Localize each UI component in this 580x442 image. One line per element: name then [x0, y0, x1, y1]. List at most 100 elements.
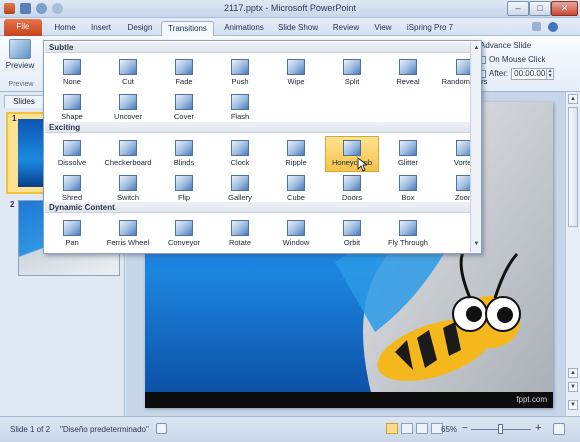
gallery-scrollbar[interactable]: ▲ ▼	[470, 42, 481, 252]
transition-doors[interactable]: Doors	[325, 171, 379, 207]
checkerboard-icon	[119, 140, 137, 156]
transition-label: Checkerboard	[104, 158, 152, 167]
vertical-scrollbar[interactable]: ▲ ▲ ▼ ▼	[565, 92, 580, 416]
window-title: 2117.pptx - Microsoft PowerPoint	[224, 3, 356, 13]
uncover-icon	[119, 94, 137, 110]
transition-label: Cover	[173, 112, 194, 121]
transition-dissolve[interactable]: Dissolve	[45, 136, 99, 172]
transition-fly-through[interactable]: Fly Through	[381, 216, 435, 252]
tab-ispring[interactable]: iSpring Pro 7	[404, 21, 456, 36]
slide-watermark: fppt.com	[516, 395, 547, 404]
fly-through-icon	[399, 220, 417, 236]
tab-insert[interactable]: Insert	[84, 21, 118, 36]
help-icon[interactable]	[548, 22, 558, 32]
transition-label: Flash	[230, 112, 250, 121]
transition-clock[interactable]: Clock	[213, 136, 267, 172]
next-slide-icon[interactable]: ▼	[568, 382, 578, 392]
transition-switch[interactable]: Switch	[101, 171, 155, 207]
transition-cover[interactable]: Cover	[157, 90, 211, 126]
close-button[interactable]: ✕	[551, 1, 578, 16]
slide-sorter-view-icon[interactable]	[401, 423, 413, 434]
transition-uncover[interactable]: Uncover	[101, 90, 155, 126]
transition-shape[interactable]: Shape	[45, 90, 99, 126]
prev-slide-icon[interactable]: ▲	[568, 368, 578, 378]
transition-push[interactable]: Push	[213, 55, 267, 91]
ripple-icon	[287, 140, 305, 156]
transition-split[interactable]: Split	[325, 55, 379, 91]
transition-rotate[interactable]: Rotate	[213, 216, 267, 252]
slides-tab[interactable]: Slides	[4, 95, 44, 108]
wipe-icon	[287, 59, 305, 75]
theme-name-status: "Diseño predeterminado"	[60, 425, 149, 434]
transition-label: Gallery	[228, 193, 252, 202]
gallery-scroll-down-icon[interactable]: ▼	[472, 240, 481, 249]
fade-icon	[175, 59, 193, 75]
fit-slide-icon[interactable]	[553, 423, 565, 435]
transition-label: None	[63, 77, 81, 86]
transition-box[interactable]: Box	[381, 171, 435, 207]
tab-transitions[interactable]: Transitions	[161, 21, 214, 36]
conveyor-icon	[175, 220, 193, 236]
scroll-up-icon[interactable]: ▲	[568, 94, 578, 104]
section-header-subtle: Subtle	[45, 42, 470, 53]
spell-check-icon[interactable]	[156, 423, 167, 434]
zoom-in-button[interactable]: +	[535, 422, 541, 434]
transition-pan[interactable]: Pan	[45, 216, 99, 252]
preview-icon	[9, 39, 31, 59]
tab-review[interactable]: Review	[328, 21, 364, 36]
zoom-level[interactable]: 65%	[441, 425, 457, 434]
scroll-down-icon[interactable]: ▼	[568, 400, 578, 410]
tab-home[interactable]: Home	[48, 21, 82, 36]
transition-reveal[interactable]: Reveal	[381, 55, 435, 91]
transition-zoom[interactable]: Zoom	[437, 171, 492, 207]
zoom-slider-handle[interactable]	[498, 424, 503, 434]
reading-view-icon[interactable]	[416, 423, 428, 434]
transition-label: Push	[231, 77, 249, 86]
transition-shred[interactable]: Shred	[45, 171, 99, 207]
transition-blinds[interactable]: Blinds	[157, 136, 211, 172]
transition-ripple[interactable]: Ripple	[269, 136, 323, 172]
transition-none[interactable]: None	[45, 55, 99, 91]
transition-flash[interactable]: Flash	[213, 90, 267, 126]
after-time-input[interactable]: 00:00.00	[511, 68, 548, 80]
transition-label: Fly Through	[388, 238, 428, 247]
minimize-button[interactable]: –	[507, 1, 529, 16]
ribbon-collapse-icon[interactable]	[532, 22, 541, 31]
transition-label: Ferris Wheel	[106, 238, 150, 247]
transition-honeycomb[interactable]: Honeycomb	[325, 136, 379, 172]
normal-view-icon[interactable]	[386, 423, 398, 434]
scroll-thumb[interactable]	[568, 107, 578, 227]
glitter-icon	[399, 140, 417, 156]
cover-icon	[175, 94, 193, 110]
ribbon-tabs: File Home Insert Design Transitions Anim…	[0, 18, 580, 36]
transition-ferris-wheel[interactable]: Ferris Wheel	[101, 216, 155, 252]
flip-icon	[175, 175, 193, 191]
tab-design[interactable]: Design	[122, 21, 158, 36]
tab-slide-show[interactable]: Slide Show	[274, 21, 322, 36]
tab-animations[interactable]: Animations	[218, 21, 270, 36]
maximize-button[interactable]: □	[529, 1, 551, 16]
transition-label: Clock	[230, 158, 250, 167]
transition-label: Box	[401, 193, 415, 202]
transition-random-bars[interactable]: Random Bars	[437, 55, 492, 91]
transition-label: Shape	[61, 112, 83, 121]
transition-gallery[interactable]: Gallery	[213, 171, 267, 207]
after-time-spinner[interactable]: ▲ ▼	[547, 68, 555, 80]
transition-vortex[interactable]: Vortex	[437, 136, 492, 172]
zoom-out-button[interactable]: −	[462, 423, 468, 434]
transition-window[interactable]: Window	[269, 216, 323, 252]
transition-fade[interactable]: Fade	[157, 55, 211, 91]
transition-conveyor[interactable]: Conveyor	[157, 216, 211, 252]
transition-cube[interactable]: Cube	[269, 171, 323, 207]
gallery-scroll-up-icon[interactable]: ▲	[472, 44, 481, 53]
preview-button[interactable]: Preview	[3, 39, 37, 79]
transitions-gallery: Subtle Exciting Dynamic Content None Cut F…	[43, 40, 487, 254]
transition-cut[interactable]: Cut	[101, 55, 155, 91]
transition-wipe[interactable]: Wipe	[269, 55, 323, 91]
transition-orbit[interactable]: Orbit	[325, 216, 379, 252]
transition-glitter[interactable]: Glitter	[381, 136, 435, 172]
transition-flip[interactable]: Flip	[157, 171, 211, 207]
tab-file[interactable]: File	[4, 19, 42, 36]
transition-checkerboard[interactable]: Checkerboard	[101, 136, 155, 172]
tab-view[interactable]: View	[368, 21, 398, 36]
